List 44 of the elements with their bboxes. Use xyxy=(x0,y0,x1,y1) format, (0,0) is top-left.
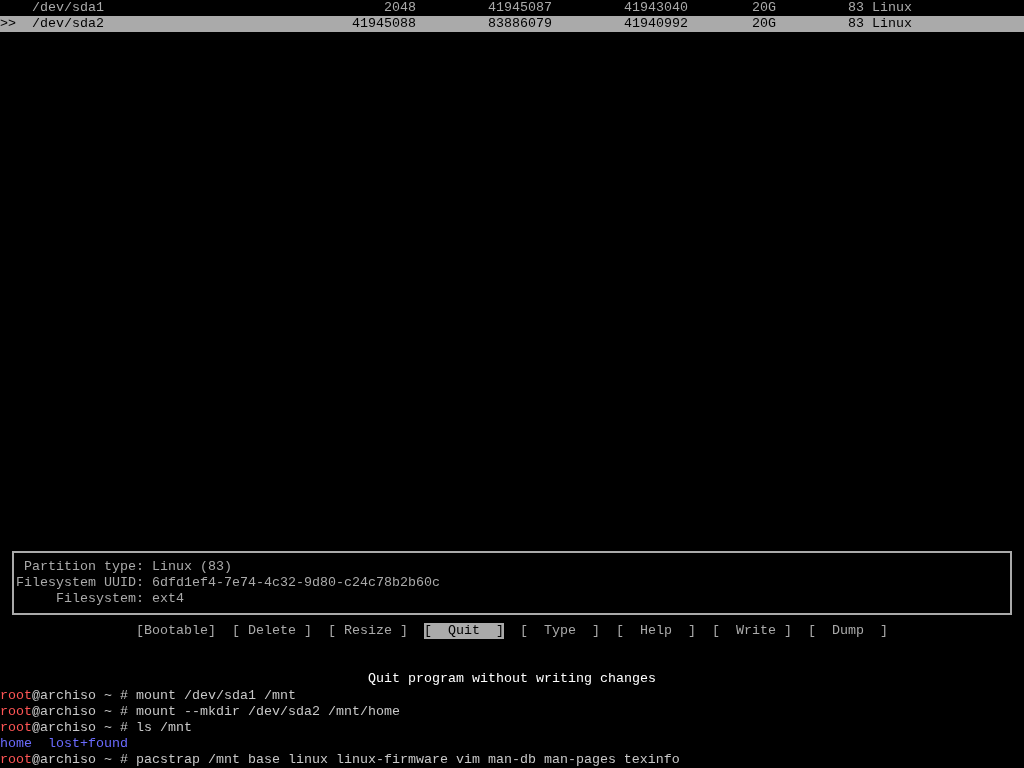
table-cell: 20G xyxy=(752,0,776,16)
info-label: Filesystem: xyxy=(55,591,144,607)
table-cell: 2048 xyxy=(384,0,416,16)
menu-button[interactable]: [ Write ] xyxy=(712,623,792,639)
table-cell: /dev/sda2 xyxy=(32,16,104,32)
info-value: 6dfd1ef4-7e74-4c32-9d80-c24c78b2b60c xyxy=(152,575,440,591)
prompt-user: root xyxy=(0,704,32,720)
prompt-host: @archiso ~ # xyxy=(32,688,128,704)
table-cell: 20G xyxy=(752,16,776,32)
table-cell: 41943040 xyxy=(624,0,688,16)
menu-button[interactable]: [ Type ] xyxy=(520,623,600,639)
command-text: ls /mnt xyxy=(136,720,192,736)
directory-entry: lost+found xyxy=(48,736,128,752)
prompt-host: @archiso ~ # xyxy=(32,704,128,720)
directory-entry: home xyxy=(0,736,32,752)
partition-row[interactable]: /dev/sda1 2048 41945087 41943040 20G 83 Linux xyxy=(0,0,1024,16)
prompt-user: root xyxy=(0,752,32,768)
command-text: mount --mkdir /dev/sda2 /mnt/home xyxy=(136,704,400,720)
info-value: ext4 xyxy=(152,591,184,607)
prompt-host: @archiso ~ # xyxy=(32,720,128,736)
table-cell: 41945087 xyxy=(488,0,552,16)
prompt-user: root xyxy=(0,720,32,736)
menu-button[interactable]: [Bootable] xyxy=(136,623,216,639)
menu-button[interactable]: [ Delete ] xyxy=(232,623,312,639)
menu-button[interactable]: [ Resize ] xyxy=(328,623,408,639)
table-cell: 41940992 xyxy=(624,16,688,32)
info-label: Partition type: xyxy=(23,559,144,575)
menu-button[interactable]: [ Help ] xyxy=(616,623,696,639)
help-text: Quit program without writing changes xyxy=(368,671,656,686)
prompt-user: root xyxy=(0,688,32,704)
table-cell-text: 83 Linux xyxy=(847,16,912,32)
prompt-host: @archiso ~ # xyxy=(32,752,128,768)
table-cell: 83886079 xyxy=(488,16,552,32)
command-text: pacstrap /mnt base linux linux-firmware vim man-db man-pages texinfo xyxy=(136,752,680,768)
table-cell: 41945088 xyxy=(352,16,416,32)
command-text: mount /dev/sda1 /mnt xyxy=(136,688,296,704)
partition-row[interactable]: >> /dev/sda2 41945088 83886079 41940992 20G 83 Linux xyxy=(0,16,1024,32)
info-value: Linux (83) xyxy=(152,559,232,575)
info-label: Filesystem UUID: xyxy=(15,575,144,591)
row-cursor: >> xyxy=(0,16,16,32)
menu-button[interactable]: [ Dump ] xyxy=(808,623,888,639)
table-cell-text: 83 Linux xyxy=(847,0,912,16)
menu-button[interactable]: [ Quit ] xyxy=(424,623,504,639)
table-cell: /dev/sda1 xyxy=(32,0,104,16)
